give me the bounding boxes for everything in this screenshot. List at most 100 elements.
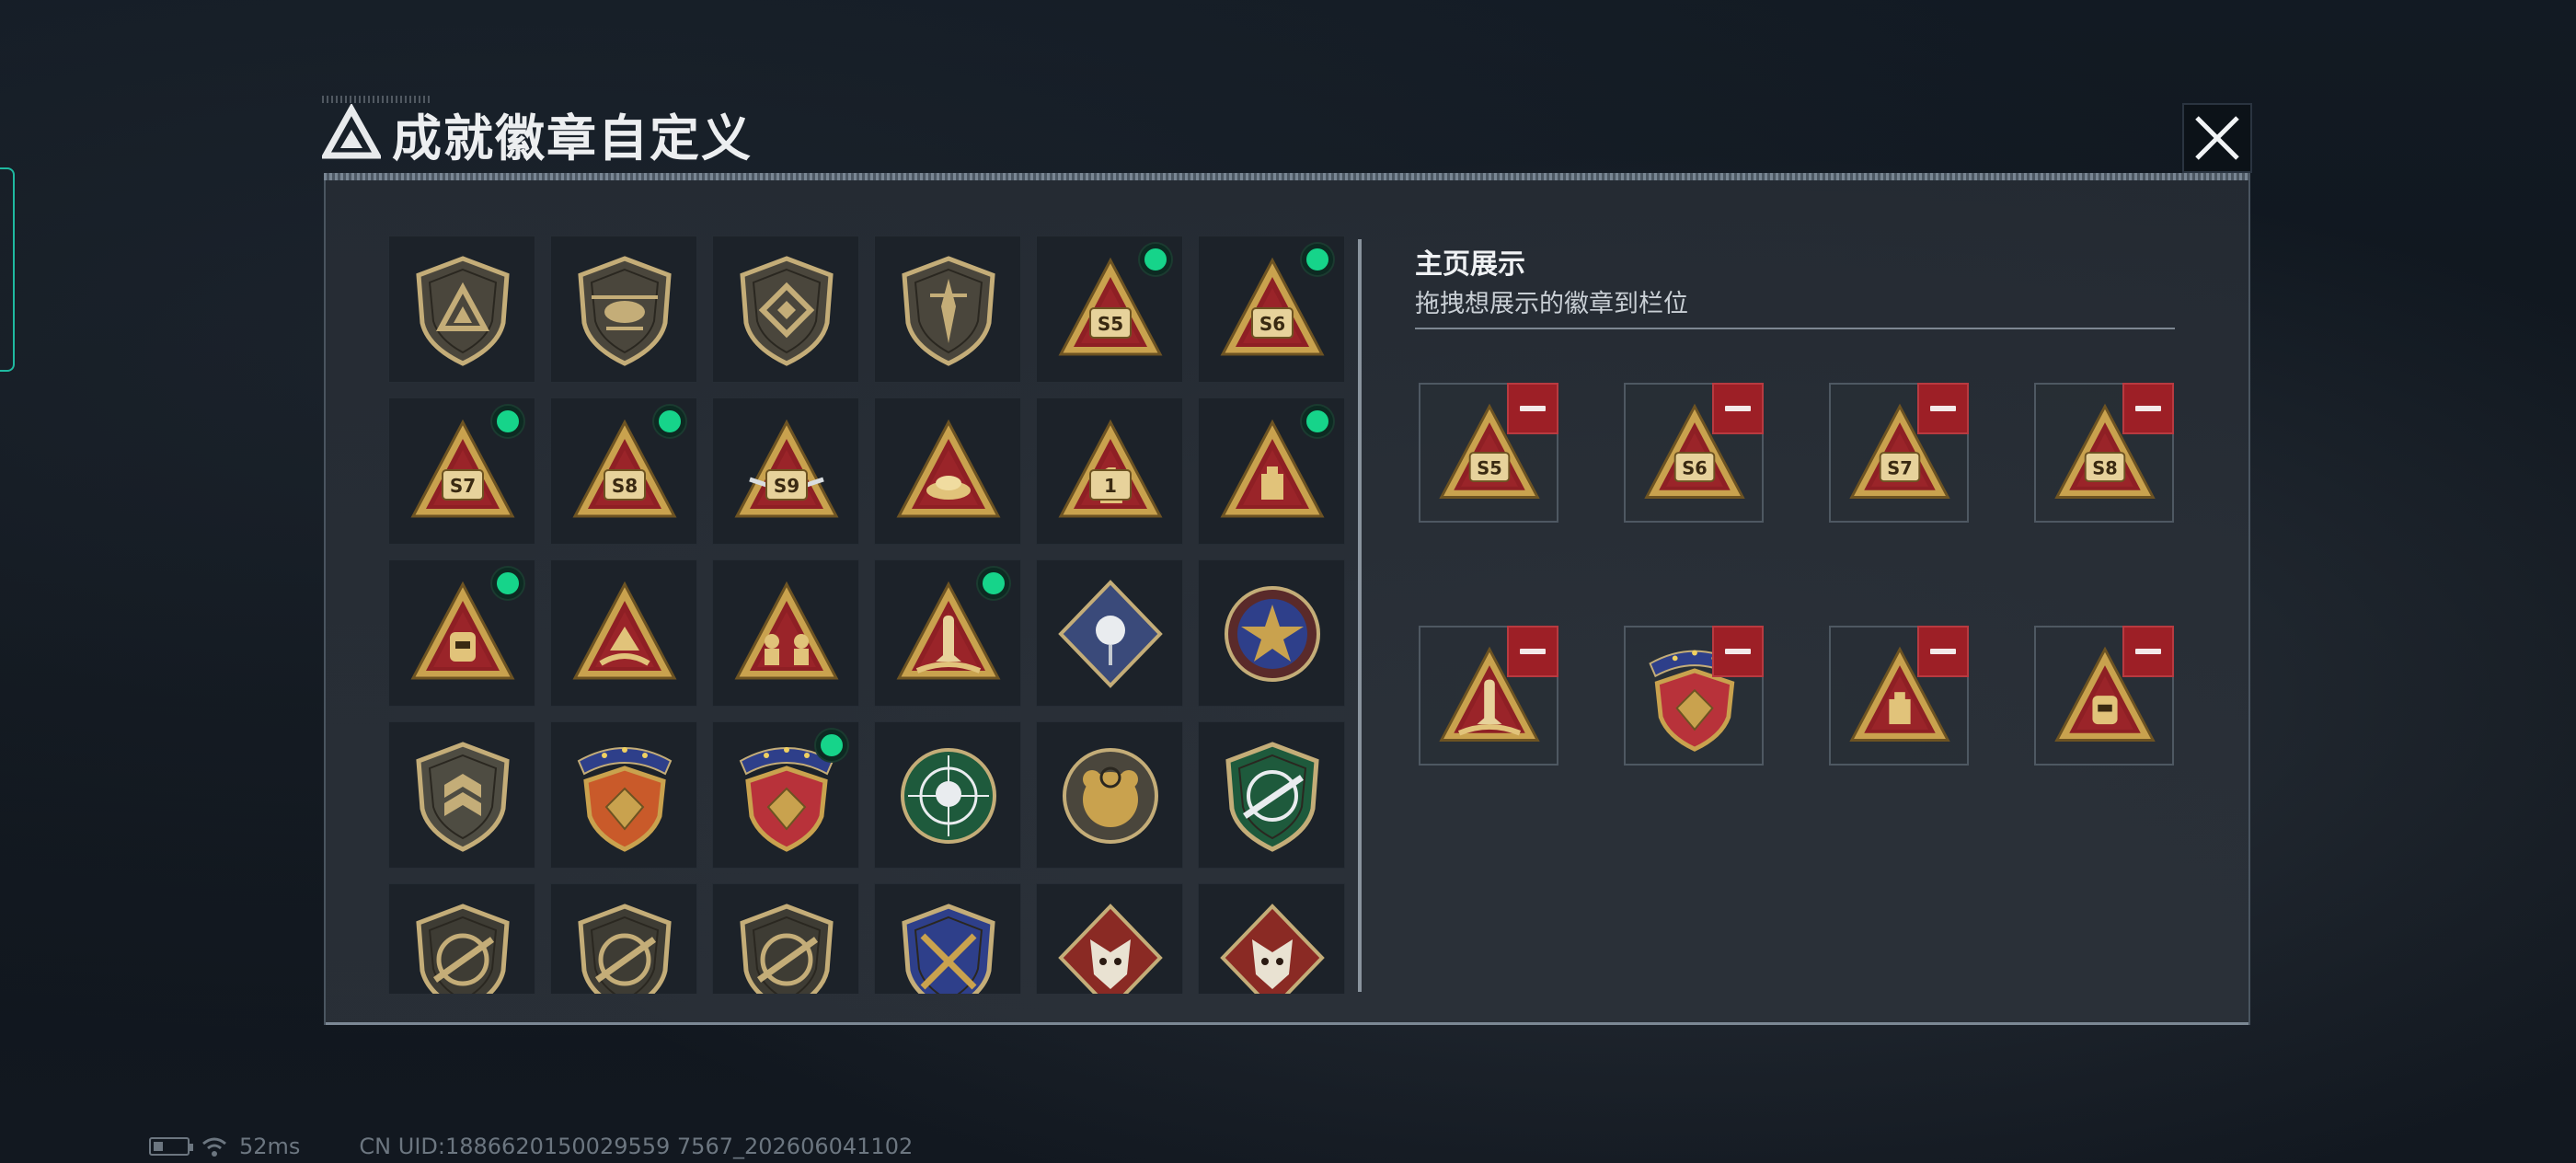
showcase-slot[interactable] (1829, 626, 1969, 766)
remove-button[interactable] (1917, 383, 1969, 434)
remove-button[interactable] (1712, 383, 1764, 434)
badge-cell[interactable]: S8 (550, 397, 697, 545)
minus-icon (1930, 406, 1956, 411)
delta-logo-icon (322, 104, 381, 159)
badge-cell[interactable] (712, 236, 859, 383)
equipped-indicator (492, 406, 523, 437)
shield-sniper-badge-icon (578, 904, 672, 994)
svg-text:S7: S7 (1887, 457, 1912, 478)
badge-cell[interactable] (874, 883, 1021, 994)
header-divider (324, 173, 2250, 180)
diamond-wolf-alt-badge-icon (1220, 904, 1325, 994)
remove-button[interactable] (1917, 626, 1969, 677)
equipped-indicator (816, 730, 847, 761)
showcase-subtitle: 拖拽想展示的徽章到栏位 (1415, 290, 1688, 318)
remove-button[interactable] (1507, 626, 1558, 677)
svg-text:1: 1 (1104, 475, 1117, 497)
showcase-slot[interactable] (1419, 626, 1558, 766)
badge-cell[interactable] (874, 236, 1021, 383)
badge-cell[interactable]: S5 (1036, 236, 1183, 383)
equipped-indicator (1140, 244, 1171, 275)
svg-text:S6: S6 (1682, 457, 1707, 478)
badge-cell[interactable] (388, 559, 535, 707)
battery-icon (149, 1137, 193, 1156)
remove-button[interactable] (1507, 383, 1558, 434)
showcase-slot[interactable]: S7 (1829, 383, 1969, 523)
shield-diamond-badge-icon (740, 256, 834, 366)
wifi-icon (202, 1137, 226, 1157)
badge-cell[interactable]: S6 (1198, 236, 1345, 383)
badge-cell[interactable] (874, 721, 1021, 869)
equipped-indicator (1302, 406, 1333, 437)
shield-rifle-badge-icon (416, 904, 510, 994)
diamond-rose-badge-icon (1058, 580, 1163, 688)
badge-cell[interactable] (550, 883, 697, 994)
showcase-slot[interactable]: S5 (1419, 383, 1558, 523)
equipped-indicator (1302, 244, 1333, 275)
badge-cell[interactable] (550, 721, 697, 869)
badge-cell[interactable] (1198, 559, 1345, 707)
badge-cell[interactable] (550, 236, 697, 383)
badge-cell[interactable] (874, 559, 1021, 707)
showcase-slot[interactable] (1624, 626, 1764, 766)
badge-cell[interactable] (1198, 721, 1345, 869)
triangle-nest-badge-icon (896, 419, 1001, 518)
diamond-wolf-badge-icon (1058, 904, 1163, 994)
modal-header: 成就徽章自定义 (322, 94, 1334, 173)
badge-cell[interactable] (712, 883, 859, 994)
badge-cell[interactable] (712, 559, 859, 707)
banner-shield-gold-badge-icon (577, 747, 673, 852)
badge-cell[interactable] (1036, 883, 1183, 994)
minus-icon (2135, 649, 2161, 654)
equipped-indicator (654, 406, 685, 437)
triangle-s9-badge-icon: S9 (734, 419, 839, 518)
svg-text:S5: S5 (1477, 457, 1501, 478)
badge-cell[interactable]: S9 (712, 397, 859, 545)
gold-bear-crosshair-badge-icon (1063, 748, 1158, 844)
badge-cell[interactable] (1198, 883, 1345, 994)
showcase-title: 主页展示 (1415, 248, 1525, 281)
svg-text:S6: S6 (1259, 313, 1285, 335)
badge-cell[interactable] (1036, 559, 1183, 707)
showcase-slot[interactable]: S8 (2034, 383, 2174, 523)
scrollbar[interactable] (1358, 239, 1362, 992)
shield-rank-badge-icon (416, 742, 510, 852)
triangle-hands-badge-icon (572, 581, 677, 680)
page-title: 成就徽章自定义 (392, 109, 753, 167)
star-medallion-badge-icon (1225, 586, 1320, 682)
remove-button[interactable] (2122, 626, 2174, 677)
ping-value: 52ms (239, 1134, 301, 1159)
svg-text:S9: S9 (774, 475, 799, 497)
remove-button[interactable] (1712, 626, 1764, 677)
badge-cell[interactable] (1198, 397, 1345, 545)
badge-cell[interactable] (874, 397, 1021, 545)
minus-icon (1725, 649, 1751, 654)
badge-cell[interactable] (1036, 721, 1183, 869)
triangle-number-one-badge-icon: 1 1 (1058, 419, 1163, 518)
minus-icon (1930, 649, 1956, 654)
showcase-slot[interactable] (2034, 626, 2174, 766)
badge-cell[interactable] (388, 236, 535, 383)
minus-icon (1520, 649, 1546, 654)
badge-cell[interactable] (388, 883, 535, 994)
shield-dagger-badge-icon (902, 256, 995, 366)
blue-crossed-rifles-badge-icon (902, 904, 995, 994)
badge-cell[interactable] (550, 559, 697, 707)
badge-cell[interactable]: 1 1 (1036, 397, 1183, 545)
badge-cell[interactable]: S7 (388, 397, 535, 545)
equipped-indicator (978, 568, 1009, 599)
shield-shotgun-badge-icon (740, 904, 834, 994)
showcase-slot[interactable]: S6 (1624, 383, 1764, 523)
green-rifle-shield-badge-icon (1225, 742, 1319, 852)
badge-grid[interactable]: S5 S6 S7 S8 S9 1 1 (388, 236, 1345, 994)
equipped-indicator (492, 568, 523, 599)
side-drawer-handle[interactable] (0, 167, 15, 372)
close-button[interactable] (2182, 103, 2252, 173)
minus-icon (2135, 406, 2161, 411)
shield-helicopter-badge-icon (578, 256, 672, 366)
remove-button[interactable] (2122, 383, 2174, 434)
shield-logo-badge-icon (416, 256, 510, 366)
badge-cell[interactable] (388, 721, 535, 869)
badge-cell[interactable] (712, 721, 859, 869)
status-bar: 52ms CN UID:1886620150029559 7567_202606… (149, 1134, 913, 1159)
